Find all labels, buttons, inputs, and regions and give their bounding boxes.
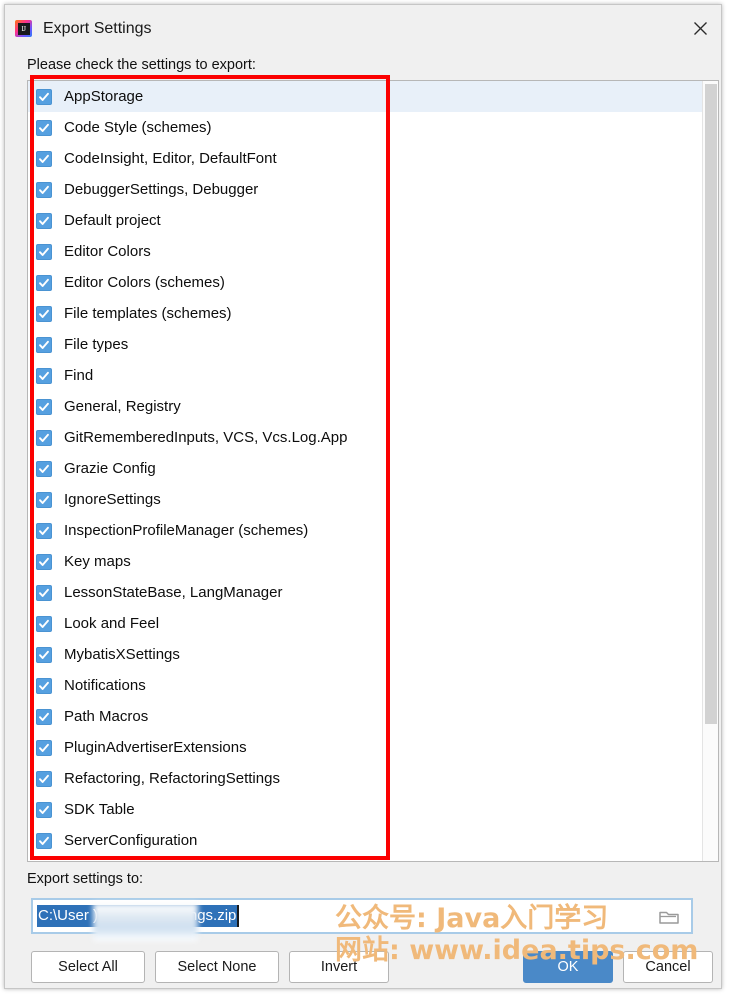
list-item-label: Editor Colors (schemes) xyxy=(64,273,225,291)
list-item[interactable]: Notifications xyxy=(28,670,702,701)
instruction-label: Please check the settings to export: xyxy=(27,57,256,73)
checkbox-checked-icon[interactable] xyxy=(36,832,52,849)
list-item-label: Code Style (schemes) xyxy=(64,118,212,136)
list-item-label: File types xyxy=(64,335,129,353)
list-item-label: SDK Table xyxy=(64,800,135,818)
list-item-label: Grazie Config xyxy=(64,459,156,477)
list-item[interactable]: CodeInsight, Editor, DefaultFont xyxy=(28,143,702,174)
list-item-label: CodeInsight, Editor, DefaultFont xyxy=(64,149,277,167)
export-path-label: Export settings to: xyxy=(27,871,144,887)
checkbox-checked-icon[interactable] xyxy=(36,801,52,818)
list-item-label: LessonStateBase, LangManager xyxy=(64,583,283,601)
checkbox-checked-icon[interactable] xyxy=(36,150,52,167)
list-item-label: MybatisXSettings xyxy=(64,645,180,663)
list-item[interactable]: Look and Feel xyxy=(28,608,702,639)
checkbox-checked-icon[interactable] xyxy=(36,336,52,353)
checkbox-checked-icon[interactable] xyxy=(36,212,52,229)
select-all-button[interactable]: Select All xyxy=(31,951,145,983)
list-item-label: ServerConfiguration xyxy=(64,831,198,849)
list-item-label: Find xyxy=(64,366,94,384)
list-item[interactable]: Find xyxy=(28,360,702,391)
list-item-label: General, Registry xyxy=(64,397,181,415)
list-item-label: PluginAdvertiserExtensions xyxy=(64,738,247,756)
list-item[interactable]: AppStorage xyxy=(28,81,702,112)
scrollbar-thumb[interactable] xyxy=(705,84,717,724)
list-item-label: AppStorage xyxy=(64,87,144,105)
checkbox-checked-icon[interactable] xyxy=(36,739,52,756)
list-item[interactable]: InspectionProfileManager (schemes) xyxy=(28,515,702,546)
close-icon[interactable] xyxy=(685,15,715,41)
export-path-field[interactable]: C:\User )\Desktop\settings.zip xyxy=(31,898,693,941)
checkbox-checked-icon[interactable] xyxy=(36,615,52,632)
export-path-value: C:\User )\Desktop\settings.zip xyxy=(37,905,238,927)
list-item[interactable]: Refactoring, RefactoringSettings xyxy=(28,763,702,794)
checkbox-checked-icon[interactable] xyxy=(36,677,52,694)
checkbox-checked-icon[interactable] xyxy=(36,770,52,787)
checkbox-checked-icon[interactable] xyxy=(36,88,52,105)
list-item[interactable]: Editor Colors (schemes) xyxy=(28,267,702,298)
list-item[interactable]: Grazie Config xyxy=(28,453,702,484)
list-item[interactable]: Key maps xyxy=(28,546,702,577)
folder-icon[interactable] xyxy=(659,908,679,925)
list-item[interactable]: PluginAdvertiserExtensions xyxy=(28,732,702,763)
settings-list-panel: AppStorage Code Style (schemes) CodeInsigh… xyxy=(27,80,719,862)
list-item[interactable]: Default project xyxy=(28,205,702,236)
checkbox-checked-icon[interactable] xyxy=(36,181,52,198)
checkbox-checked-icon[interactable] xyxy=(36,398,52,415)
cancel-button[interactable]: Cancel xyxy=(623,951,713,983)
list-item-label: InspectionProfileManager (schemes) xyxy=(64,521,309,539)
list-item-label: Path Macros xyxy=(64,707,149,725)
settings-list: AppStorage Code Style (schemes) CodeInsigh… xyxy=(28,81,702,861)
checkbox-checked-icon[interactable] xyxy=(36,491,52,508)
text-caret xyxy=(237,905,240,927)
list-item-label: Default project xyxy=(64,211,161,229)
list-item[interactable]: MybatisXSettings xyxy=(28,639,702,670)
checkbox-checked-icon[interactable] xyxy=(36,553,52,570)
list-item[interactable]: File types xyxy=(28,329,702,360)
list-item-label: Key maps xyxy=(64,552,131,570)
list-item[interactable]: General, Registry xyxy=(28,391,702,422)
checkbox-checked-icon[interactable] xyxy=(36,305,52,322)
list-item[interactable]: Editor Colors xyxy=(28,236,702,267)
app-icon-text: IJ xyxy=(17,22,30,35)
list-item-label: Notifications xyxy=(64,676,146,694)
list-item-label: IgnoreSettings xyxy=(64,490,161,508)
invert-button[interactable]: Invert xyxy=(289,951,389,983)
checkbox-checked-icon[interactable] xyxy=(36,243,52,260)
checkbox-checked-icon[interactable] xyxy=(36,708,52,725)
list-item-label: DebuggerSettings, Debugger xyxy=(64,180,259,198)
list-item-label: Refactoring, RefactoringSettings xyxy=(64,769,280,787)
list-item-label: Editor Colors xyxy=(64,242,151,260)
checkbox-checked-icon[interactable] xyxy=(36,584,52,601)
list-item[interactable]: ServerConfiguration xyxy=(28,825,702,856)
window-title: Export Settings xyxy=(43,20,152,37)
checkbox-checked-icon[interactable] xyxy=(36,646,52,663)
ok-button[interactable]: OK xyxy=(523,951,613,983)
list-item[interactable]: Code Style (schemes) xyxy=(28,112,702,143)
list-item[interactable]: File templates (schemes) xyxy=(28,298,702,329)
checkbox-checked-icon[interactable] xyxy=(36,274,52,291)
checkbox-checked-icon[interactable] xyxy=(36,522,52,539)
list-item-label: Look and Feel xyxy=(64,614,160,632)
list-item-label: File templates (schemes) xyxy=(64,304,232,322)
checkbox-checked-icon[interactable] xyxy=(36,429,52,446)
export-settings-dialog: IJ Export Settings Please check the sett… xyxy=(4,4,722,989)
list-item[interactable]: Path Macros xyxy=(28,701,702,732)
title-bar: IJ Export Settings xyxy=(5,5,721,49)
list-item-label: GitRememberedInputs, VCS, Vcs.Log.App xyxy=(64,428,348,446)
intellij-idea-icon: IJ xyxy=(15,20,32,37)
select-none-button[interactable]: Select None xyxy=(155,951,279,983)
checkbox-checked-icon[interactable] xyxy=(36,460,52,477)
list-item[interactable]: LessonStateBase, LangManager xyxy=(28,577,702,608)
checkbox-checked-icon[interactable] xyxy=(36,367,52,384)
vertical-scrollbar[interactable] xyxy=(702,81,718,861)
list-item[interactable]: GitRememberedInputs, VCS, Vcs.Log.App xyxy=(28,422,702,453)
checkbox-checked-icon[interactable] xyxy=(36,119,52,136)
list-item[interactable]: DebuggerSettings, Debugger xyxy=(28,174,702,205)
export-path-value-wrap: C:\User )\Desktop\settings.zip xyxy=(37,903,659,941)
list-item[interactable]: SDK Table xyxy=(28,794,702,825)
list-item[interactable]: IgnoreSettings xyxy=(28,484,702,515)
